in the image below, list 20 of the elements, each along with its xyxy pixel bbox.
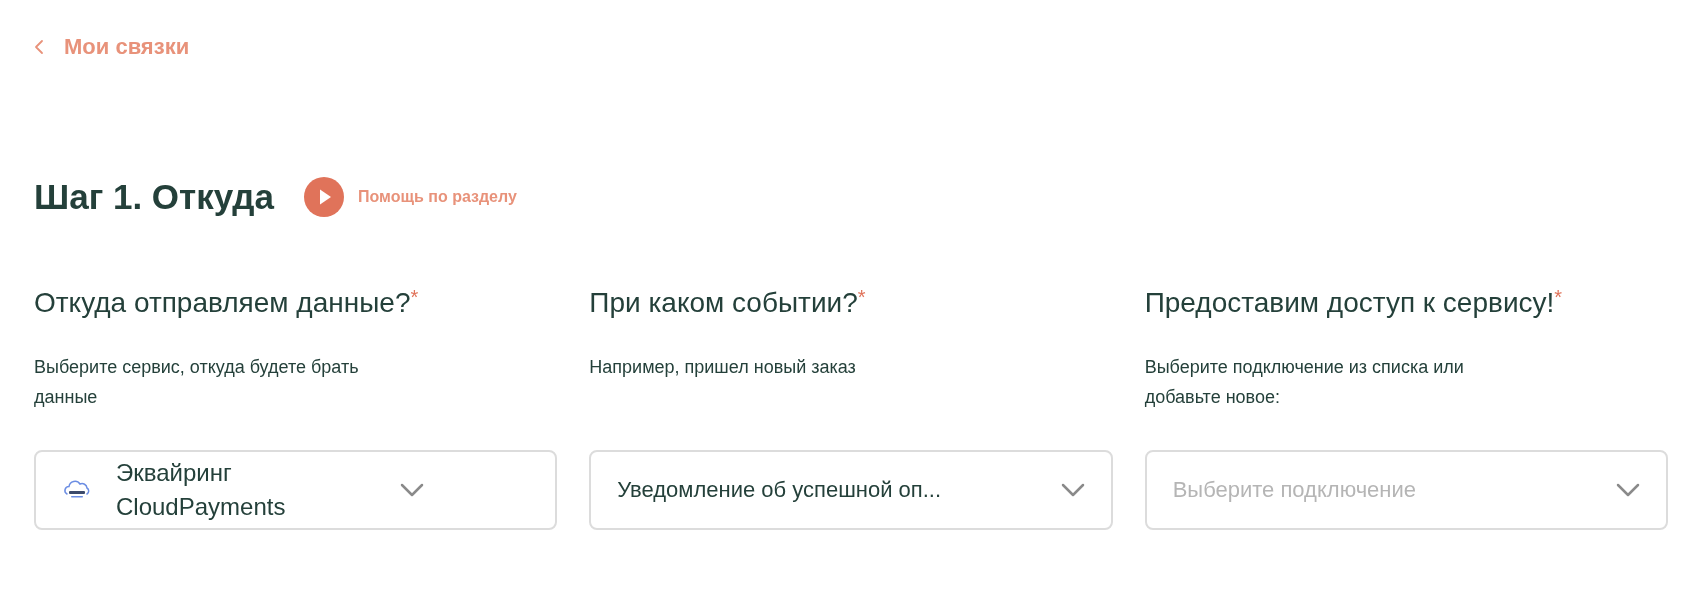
question-label: Откуда отправляем данные?* [34, 284, 419, 320]
play-icon [304, 177, 344, 218]
chevron-down-icon [1060, 482, 1085, 497]
select-value: Эквайринг CloudPayments [116, 457, 287, 522]
select-field[interactable]: Уведомление об успешной оп... [589, 449, 1113, 530]
step-title: Шаг 1. Откуда [34, 176, 274, 218]
back-link[interactable]: Мои связки [34, 30, 190, 63]
select-value: Уведомление об успешной оп... [617, 476, 943, 504]
chevron-down-icon [400, 482, 424, 497]
chevron-left-icon [34, 38, 44, 55]
select-field[interactable]: Выберите подключение [1144, 449, 1668, 530]
question-label: Предоставим доступ к сервису!* [1144, 284, 1563, 320]
select-placeholder: Выберите подключение [1172, 476, 1418, 504]
chevron-down-icon [1616, 482, 1640, 497]
help-link[interactable]: Помощь по разделу [304, 177, 517, 218]
hint-text: Выберите сервис, откуда будете брать данные [34, 355, 360, 409]
select-field[interactable]: Эквайринг CloudPayments [34, 449, 558, 530]
question-label: При каком событии?* [589, 284, 866, 320]
hint-text: Выберите подключение из списка или добавьте новое: [1144, 355, 1465, 409]
hint-text: Например, пришел новый заказ [589, 355, 857, 379]
